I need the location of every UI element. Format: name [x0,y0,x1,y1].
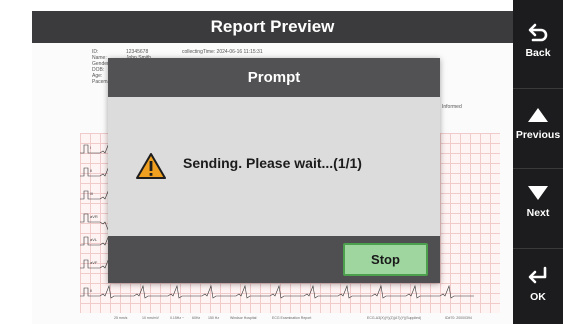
dialog-body: Sending. Please wait...(1/1) [108,97,440,236]
next-label: Next [526,207,550,219]
dialog-message: Sending. Please wait...(1/1) [183,155,362,171]
ok-button[interactable]: OK [513,266,563,322]
footer-device: ECG-A3(X)(Y)(Z)(A7)(Y)(Supplied) [367,316,422,320]
collecting-time: collectingTime: 2024-06-16 11:15:31 [182,49,263,55]
side-panel: Back Previous Next OK [513,0,563,324]
side-divider [513,248,563,249]
next-button[interactable]: Next [513,184,563,240]
footer-device-id: ID#70: 20000394 [445,316,472,320]
lead-label-avr: aVR [90,214,98,219]
ok-label: OK [530,291,546,303]
previous-label: Previous [515,129,561,141]
window-title: Report Preview [32,11,513,43]
back-button[interactable]: Back [513,22,563,78]
stop-button[interactable]: Stop [343,243,428,276]
footer-filter-high: 150 Hz [208,316,220,320]
footer-gain: 10 mm/mV [142,316,159,320]
warning-icon [136,153,166,179]
footer-hospital: Windsor Hospital [230,316,257,320]
enter-icon [528,266,547,284]
footer-filter-ac: 60Hz [192,316,201,320]
dialog-title: Prompt [108,58,440,97]
back-arrow-icon [528,23,548,42]
lead-label-ii: II [90,168,93,173]
footer-filter-low: 0.15Hz ~ [170,316,185,320]
lead-label-avf: aVF [90,260,98,265]
back-label: Back [525,47,551,59]
footer-report-title: ECG Examination Report [272,316,312,320]
side-divider [513,88,563,89]
lead-label-i: I [90,145,92,150]
triangle-down-icon [528,186,548,200]
informed-note: Informed [442,104,462,110]
prompt-dialog: Prompt Sending. Please wait...(1/1) Stop [108,58,440,283]
previous-button[interactable]: Previous [513,106,563,162]
triangle-up-icon [528,108,548,122]
device-frame: Report Preview ID: 12345678 Name: John S… [0,0,563,324]
lead-label-avl: aVL [90,237,98,242]
side-divider [513,168,563,169]
dialog-footer: Stop [108,236,440,283]
footer-speed: 25 mm/s [114,316,128,320]
lead-label-iii: III [90,191,94,196]
lead-label-rhythm: II [90,288,93,293]
